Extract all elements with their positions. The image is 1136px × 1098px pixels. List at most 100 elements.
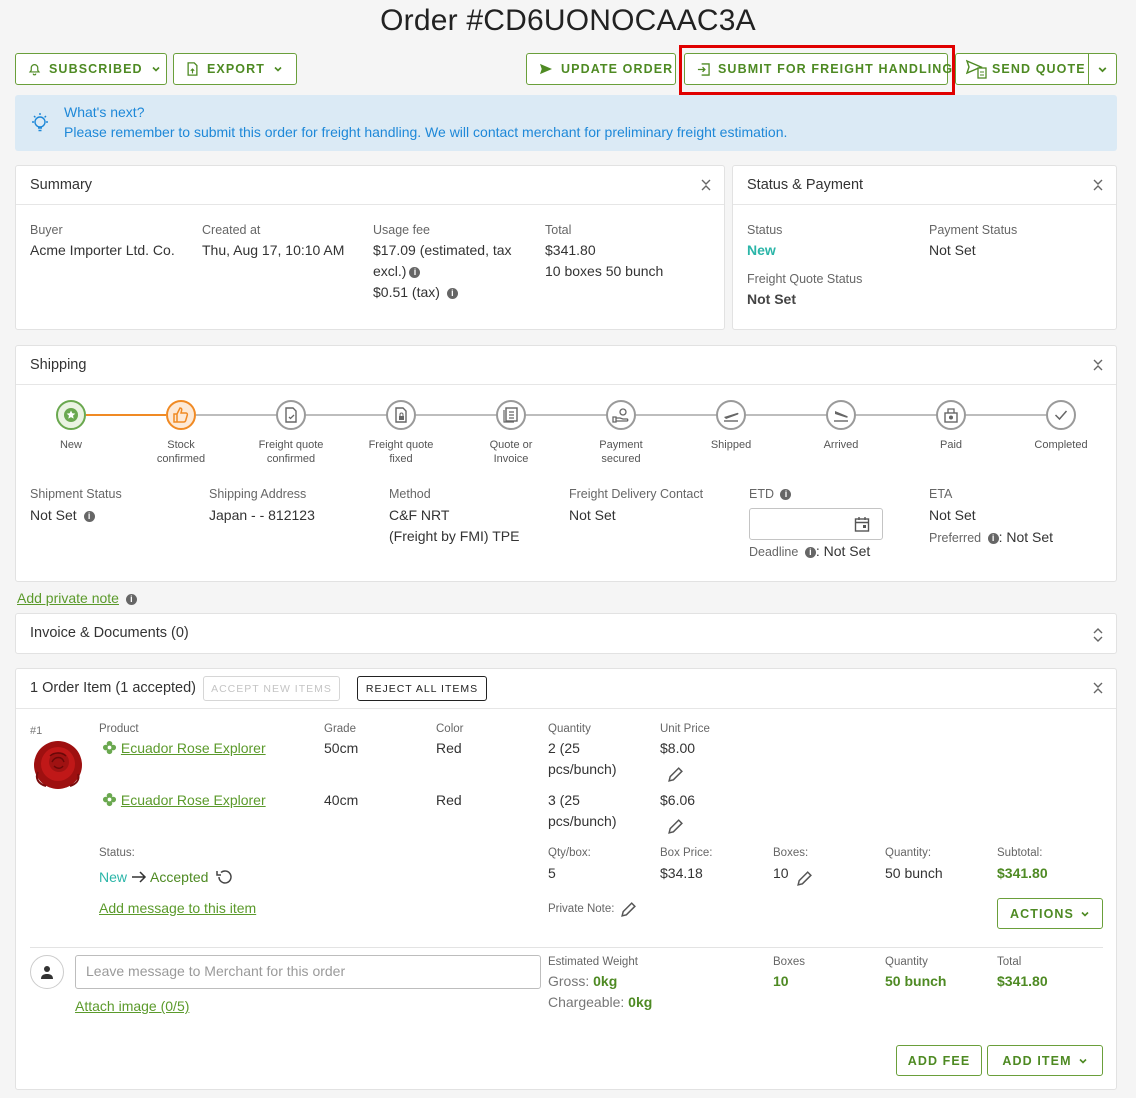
expand-icon[interactable] xyxy=(1092,627,1104,643)
collapse-icon[interactable] xyxy=(1092,681,1104,695)
etd-date-input[interactable] xyxy=(749,508,883,540)
reject-all-items-button[interactable]: REJECT ALL ITEMS xyxy=(357,676,487,701)
invoice-card[interactable]: Invoice & Documents (0) xyxy=(15,613,1117,654)
footer-quantity-label: Quantity xyxy=(885,956,928,968)
export-button[interactable]: EXPORT xyxy=(173,53,297,85)
step-payment-secured: Payment secured xyxy=(566,400,676,466)
method-line2: (Freight by FMI) TPE xyxy=(389,528,520,544)
undo-icon[interactable] xyxy=(215,869,233,885)
add-private-note[interactable]: Add private note i xyxy=(17,590,137,606)
chevron-down-icon xyxy=(152,66,160,72)
shipping-address-value: Japan - - 812123 xyxy=(209,507,315,523)
info-icon[interactable]: i xyxy=(409,266,421,278)
edit-pencil-icon[interactable] xyxy=(796,870,813,887)
summary-card: Summary Buyer Acme Importer Ltd. Co. Cre… xyxy=(15,165,725,330)
total-label: Total xyxy=(545,223,572,237)
rose-image xyxy=(34,741,82,789)
grade-row-1: 50cm xyxy=(324,740,359,756)
add-private-note-link[interactable]: Add private note xyxy=(17,590,119,606)
chevron-down-icon xyxy=(1098,66,1107,72)
status-payment-card: Status & Payment Status New Payment Stat… xyxy=(732,165,1117,330)
status-label: Status xyxy=(747,223,783,237)
step-freight-quote-fixed: Freight quote fixed xyxy=(346,400,456,466)
attach-image-link[interactable]: Attach image (0/5) xyxy=(75,996,189,1017)
status-to: Accepted xyxy=(150,869,209,885)
quantity-label: Quantity: xyxy=(885,847,932,859)
info-icon[interactable]: i xyxy=(780,489,792,501)
grade-row-2: 40cm xyxy=(324,792,359,808)
edit-pencil-icon[interactable] xyxy=(667,818,684,835)
accept-new-items-button[interactable]: ACCEPT NEW ITEMS xyxy=(203,676,340,701)
message-input[interactable]: Leave message to Merchant for this order xyxy=(75,955,541,989)
total-value: $341.80 xyxy=(545,242,596,258)
info-icon[interactable]: i xyxy=(83,510,95,522)
qty-box-label: Qty/box: xyxy=(548,847,591,859)
collapse-icon[interactable] xyxy=(700,178,712,192)
footer-total-label: Total xyxy=(997,956,1022,968)
step-stock-confirmed: Stock confirmed xyxy=(126,400,236,466)
freight-quote-value: Not Set xyxy=(747,291,796,307)
total-detail: 10 boxes 50 bunch xyxy=(545,263,664,279)
eta-value: Not Set xyxy=(929,507,976,523)
bell-icon xyxy=(28,63,41,75)
col-unit-price: Unit Price xyxy=(660,723,710,735)
buyer-label: Buyer xyxy=(30,223,63,237)
step-new: New xyxy=(16,400,126,452)
private-note-label: Private Note: xyxy=(548,903,615,915)
invoice-title: Invoice & Documents (0) xyxy=(30,625,189,641)
product-link[interactable]: Ecuador Rose Explorer xyxy=(121,740,266,756)
add-item-label: ADD ITEM xyxy=(1002,1053,1072,1068)
add-fee-button[interactable]: ADD FEE xyxy=(896,1045,982,1076)
page-title: Order #CD6UONOCAAC3A xyxy=(380,4,756,37)
buyer-value: Acme Importer Ltd. Co. xyxy=(30,242,175,258)
collapse-icon[interactable] xyxy=(1092,178,1104,192)
chargeable-weight: Chargeable: 0kg xyxy=(548,994,653,1010)
update-order-button[interactable]: UPDATE ORDER xyxy=(526,53,676,85)
boxes-value: 10 xyxy=(773,865,789,881)
info-icon[interactable]: i xyxy=(125,593,137,605)
send-quote-dropdown[interactable] xyxy=(1088,53,1117,85)
step-label: Arrived xyxy=(823,439,859,451)
info-icon[interactable]: i xyxy=(987,533,999,545)
summary-header[interactable]: Summary xyxy=(16,166,724,205)
shipment-status-value: Not Set i xyxy=(30,505,95,526)
payment-status-label: Payment Status xyxy=(929,223,1018,237)
status-label: Status: xyxy=(99,847,135,859)
footer-boxes-label: Boxes xyxy=(773,956,805,968)
subtotal-label: Subtotal: xyxy=(997,847,1043,859)
edit-pencil-icon[interactable] xyxy=(620,901,637,918)
order-items-header: 1 Order Item (1 accepted) xyxy=(16,669,1116,709)
qty-row-1-line1: 2 (25 xyxy=(548,740,580,756)
item-index: #1 xyxy=(30,725,43,737)
qty-box-value: 5 xyxy=(548,865,556,881)
eta-label: ETA xyxy=(929,487,953,501)
subscribed-button[interactable]: SUBSCRIBED xyxy=(15,53,167,85)
created-label: Created at xyxy=(202,223,261,237)
divider xyxy=(30,947,1103,948)
product-row-2[interactable]: Ecuador Rose Explorer xyxy=(102,790,266,811)
add-item-button[interactable]: ADD ITEM xyxy=(987,1045,1103,1076)
shipping-header[interactable]: Shipping xyxy=(16,346,1116,385)
info-icon[interactable]: i xyxy=(804,547,816,559)
usage-line1: $17.09 (estimated, tax xyxy=(373,242,512,258)
status-payment-header[interactable]: Status & Payment xyxy=(733,166,1116,205)
info-icon[interactable]: i xyxy=(446,287,458,299)
collapse-icon[interactable] xyxy=(1092,358,1104,372)
color-row-2: Red xyxy=(436,792,462,808)
send-quote-button[interactable]: SEND QUOTE xyxy=(955,53,1089,85)
document-lock-icon xyxy=(386,400,416,430)
product-link[interactable]: Ecuador Rose Explorer xyxy=(121,792,266,808)
step-quote-or-invoice: Quote or Invoice xyxy=(456,400,566,466)
calendar-icon[interactable] xyxy=(854,516,870,532)
qty-row-1-line2: pcs/bunch) xyxy=(548,761,617,777)
edit-pencil-icon[interactable] xyxy=(667,766,684,783)
step-label: New xyxy=(59,439,82,451)
add-message-link[interactable]: Add message to this item xyxy=(99,898,256,919)
whats-next-banner: What's next? Please remember to submit t… xyxy=(15,95,1117,151)
shipment-status-label: Shipment Status xyxy=(30,487,122,501)
step-arrived: Arrived xyxy=(786,400,896,452)
check-icon xyxy=(1046,400,1076,430)
actions-button[interactable]: ACTIONS xyxy=(997,898,1103,929)
delivery-contact-value: Not Set xyxy=(569,507,616,523)
product-row-1[interactable]: Ecuador Rose Explorer xyxy=(102,738,266,759)
